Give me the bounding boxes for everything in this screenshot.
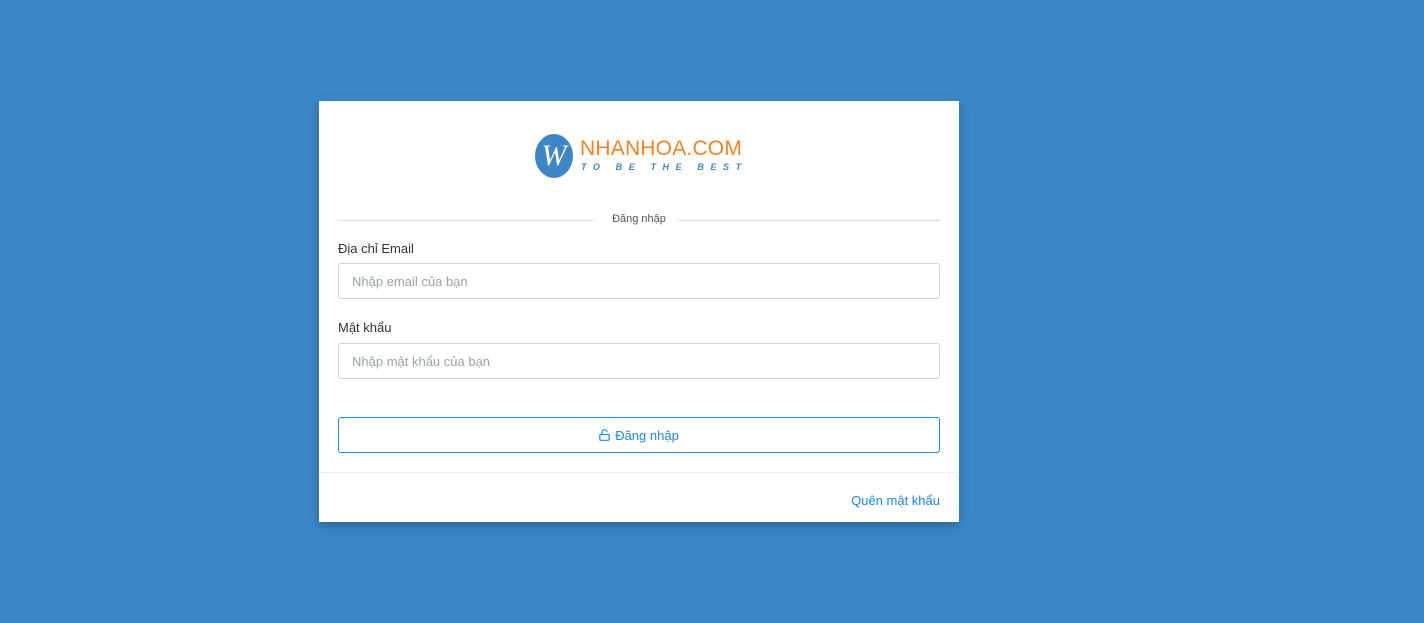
divider-line-right (677, 220, 940, 221)
logo-name: NHANHOA.COM (580, 137, 743, 160)
logo-mark: W (535, 134, 573, 178)
forgot-password-link[interactable]: Quên mật khẩu (851, 493, 940, 508)
password-label: Mật khẩu (338, 320, 392, 335)
password-field[interactable] (338, 343, 940, 379)
login-button-label: Đăng nhập (615, 427, 679, 443)
brand-logo: W NHANHOA.COM TO BE THE BEST (535, 134, 745, 179)
footer-divider (319, 472, 959, 473)
section-divider: Đăng nhập (338, 212, 940, 228)
login-button[interactable]: Đăng nhập (338, 417, 940, 453)
section-title: Đăng nhập (612, 213, 666, 225)
login-card: W NHANHOA.COM TO BE THE BEST Đăng nhập Đ… (319, 101, 959, 522)
unlock-icon (599, 429, 610, 441)
logo-tagline: TO BE THE BEST (581, 162, 748, 172)
email-field[interactable] (338, 263, 940, 299)
email-label: Địa chỉ Email (338, 241, 414, 256)
